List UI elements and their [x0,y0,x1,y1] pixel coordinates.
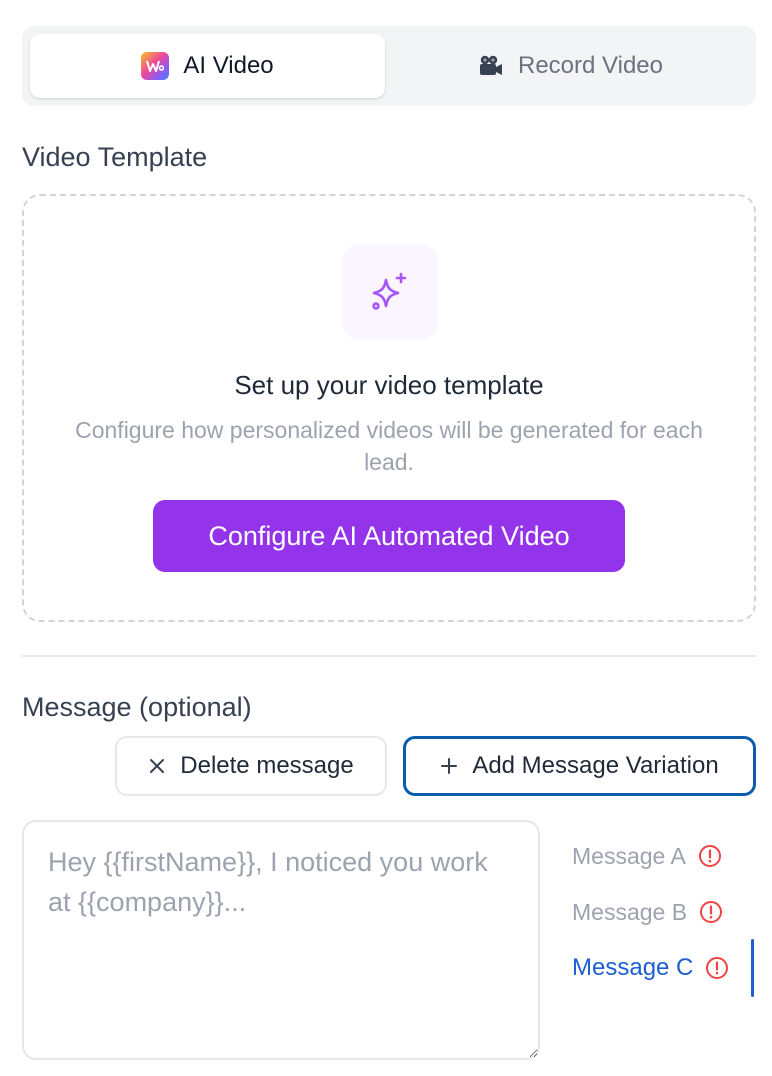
add-message-variation-button[interactable]: Add Message Variation [403,736,756,796]
plus-icon [440,757,458,775]
message-variation-label: Message C [572,954,694,981]
video-camera-icon [478,53,504,79]
message-variation-a[interactable]: Message A [572,836,722,876]
video-source-tabs: AI Video Record Video [22,26,756,106]
section-divider [22,655,756,657]
video-template-title: Video Template [22,142,208,172]
tab-record-video-label: Record Video [518,52,663,79]
active-variation-indicator [751,939,754,997]
message-variation-b[interactable]: Message B [572,892,723,932]
template-description: Configure how personalized videos will b… [75,417,703,475]
message-variation-label: Message B [572,898,688,925]
close-icon [148,757,166,775]
video-template-dropzone: Set up your video template Configure how… [22,194,756,622]
configure-ai-video-button[interactable]: Configure AI Automated Video [153,500,625,572]
message-section-title: Message (optional) [22,692,252,722]
template-heading: Set up your video template [234,370,544,400]
sparkle-icon-container [342,244,438,340]
tab-ai-video[interactable]: AI Video [30,34,385,98]
sparkle-icon [372,272,407,310]
warning-circle-icon [705,956,729,980]
message-variation-c[interactable]: Message C [572,948,729,988]
tab-record-video[interactable]: Record Video [393,34,748,98]
warning-circle-icon [698,844,722,868]
tab-ai-video-label: AI Video [183,52,274,79]
delete-message-button[interactable]: Delete message [115,736,387,796]
message-variation-label: Message A [572,842,686,869]
warning-circle-icon [699,900,723,924]
app-logo-icon [141,52,170,80]
add-message-variation-label: Add Message Variation [472,752,719,779]
message-textarea[interactable] [22,820,540,1060]
delete-message-label: Delete message [180,752,354,779]
